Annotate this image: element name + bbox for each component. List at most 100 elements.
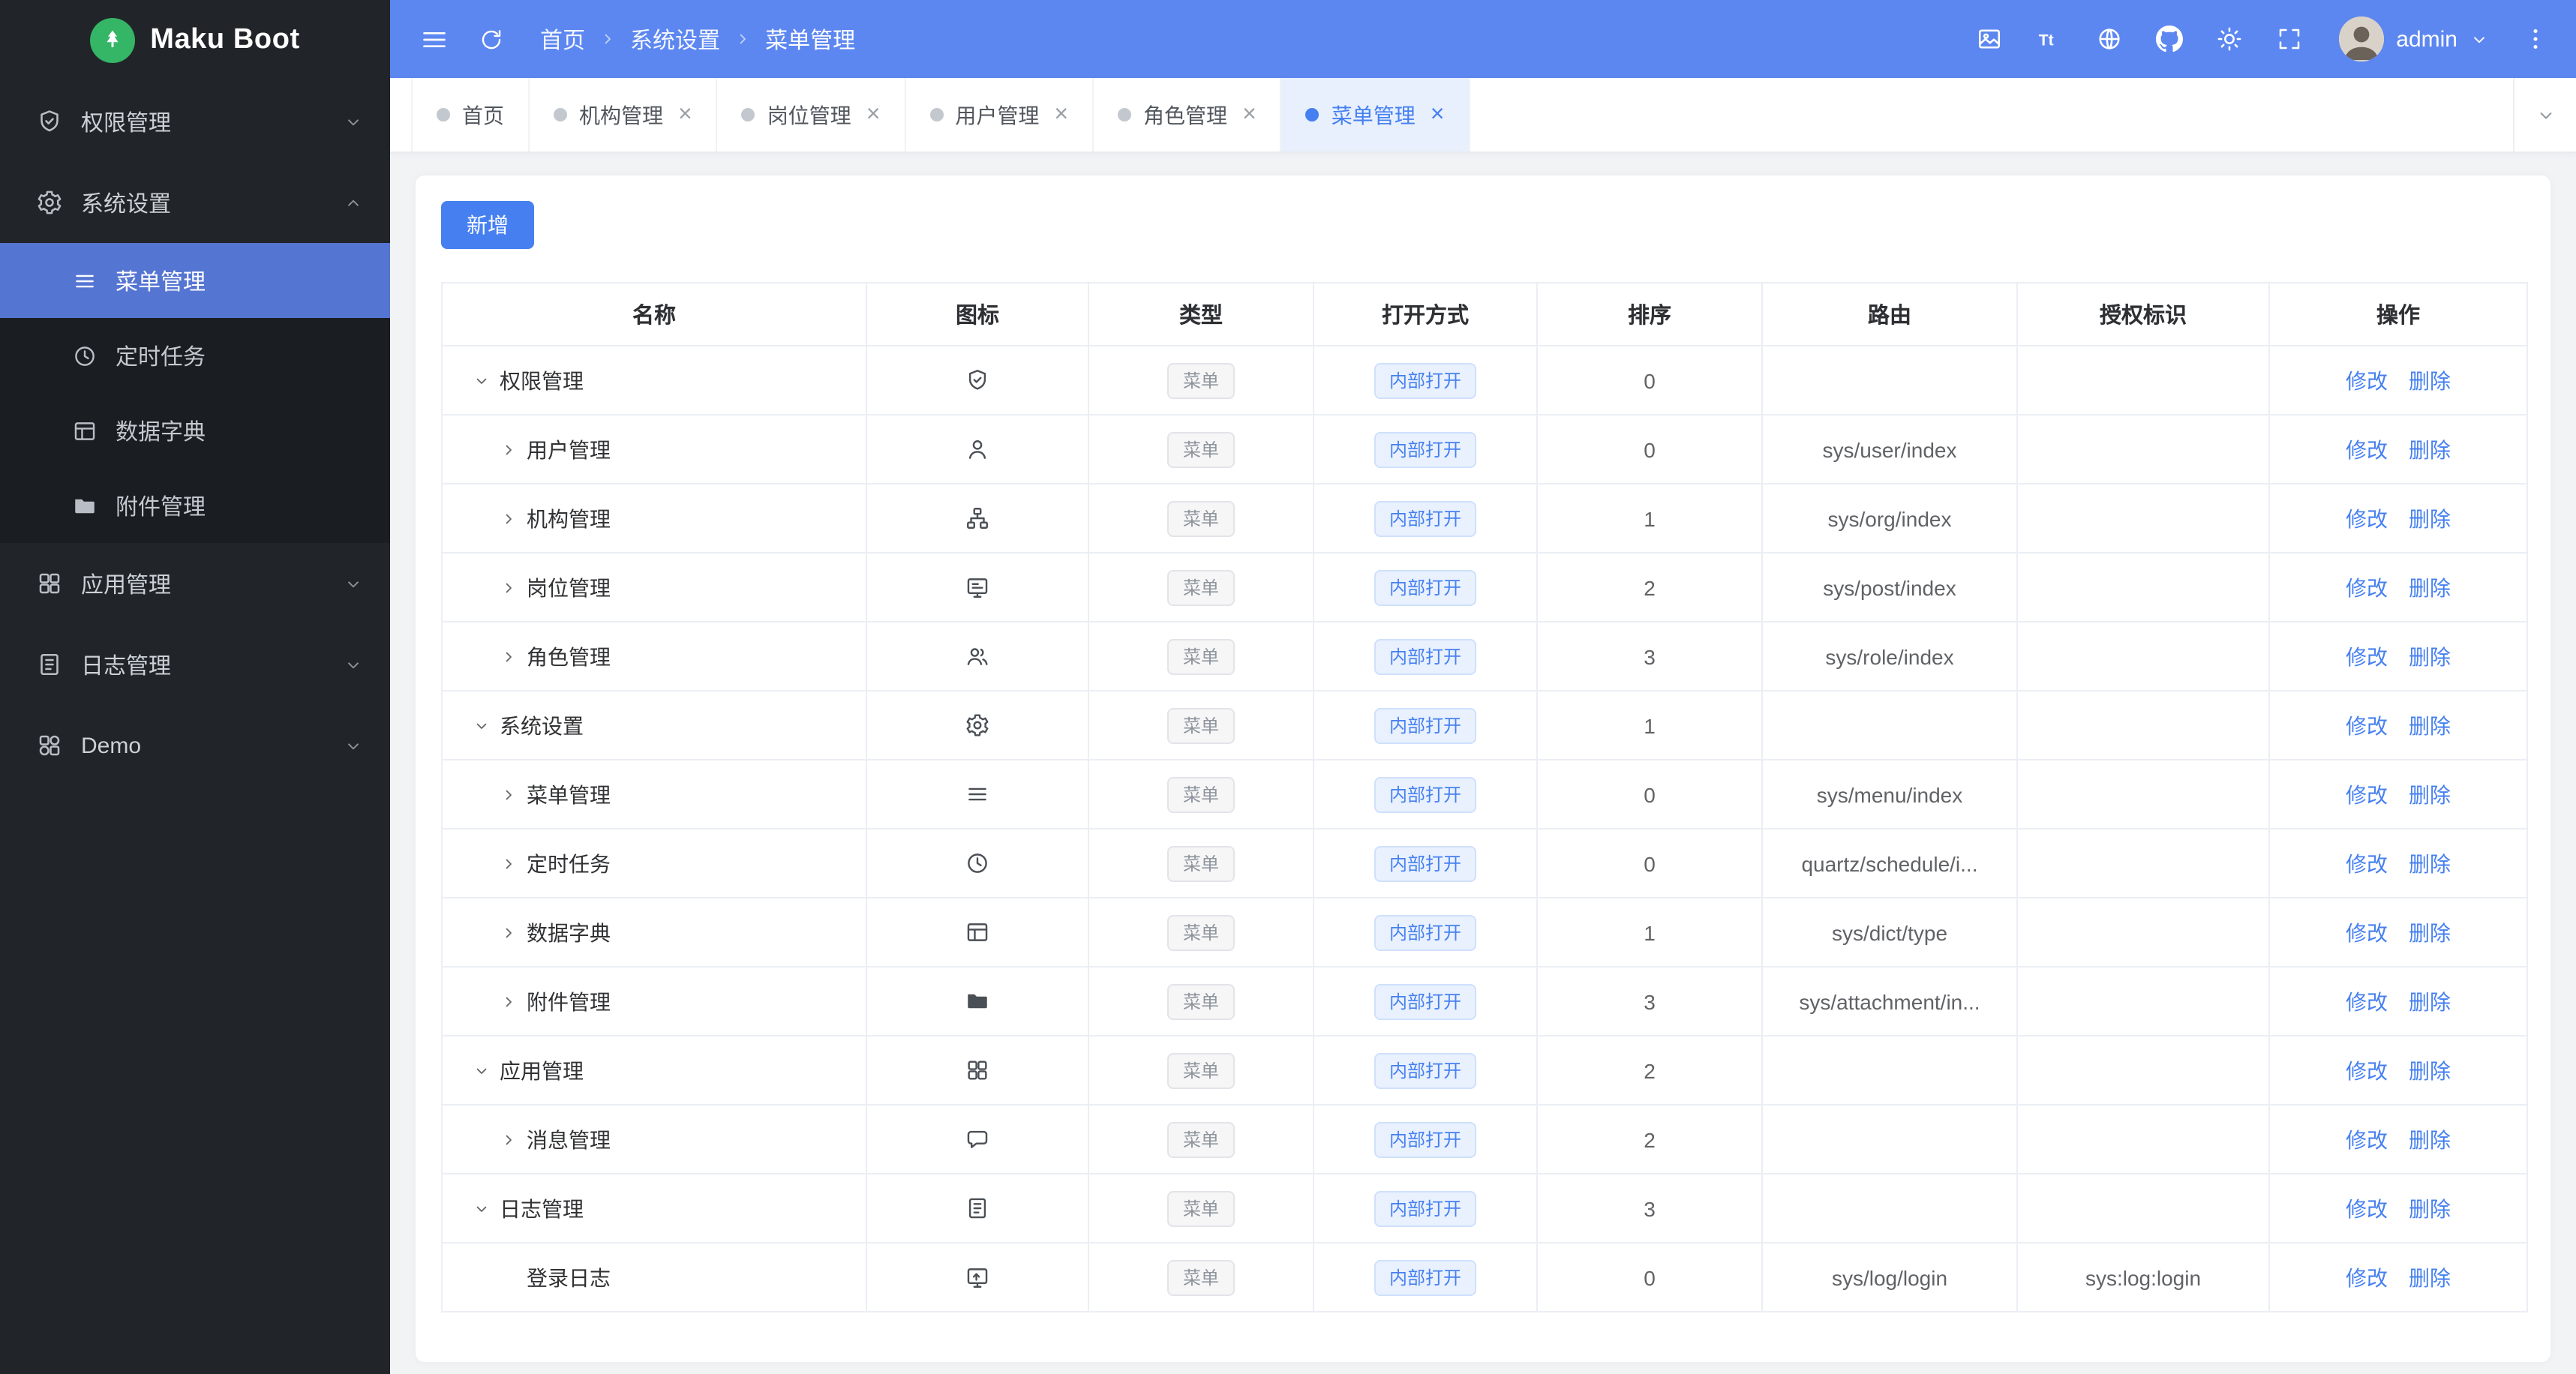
github-button[interactable] <box>2144 14 2195 64</box>
sort-value: 3 <box>1644 989 1656 1013</box>
gear-icon <box>36 189 63 216</box>
delete-link[interactable]: 删除 <box>2409 920 2451 944</box>
open-mode-tag: 内部打开 <box>1374 1121 1476 1157</box>
sort-value: 1 <box>1644 506 1656 530</box>
apps-icon <box>965 1058 990 1084</box>
language-button[interactable] <box>2084 14 2135 64</box>
sidebar-toggle-button[interactable] <box>408 14 459 64</box>
tab-menu[interactable]: 菜单管理 × <box>1281 78 1470 152</box>
delete-link[interactable]: 删除 <box>2409 851 2451 875</box>
sidebar-item-log[interactable]: 日志管理 <box>0 624 390 705</box>
theme-button[interactable] <box>2204 14 2255 64</box>
tab-role[interactable]: 角色管理 × <box>1094 78 1282 152</box>
edit-link[interactable]: 修改 <box>2346 989 2388 1013</box>
delete-link[interactable]: 删除 <box>2409 989 2451 1013</box>
edit-link[interactable]: 修改 <box>2346 1127 2388 1151</box>
delete-link[interactable]: 删除 <box>2409 644 2451 668</box>
sidebar-item-system[interactable]: 系统设置 <box>0 162 390 243</box>
sidebar-item-demo[interactable]: Demo <box>0 705 390 786</box>
column-sort: 排序 <box>1536 282 1763 346</box>
add-button[interactable]: 新增 <box>441 201 534 249</box>
edit-link[interactable]: 修改 <box>2346 713 2388 737</box>
delete-link[interactable]: 删除 <box>2409 1265 2451 1289</box>
breadcrumb-item[interactable]: 系统设置 <box>630 23 720 55</box>
delete-link[interactable]: 删除 <box>2409 1127 2451 1151</box>
close-icon[interactable]: × <box>678 102 692 127</box>
delete-link[interactable]: 删除 <box>2409 782 2451 806</box>
edit-link[interactable]: 修改 <box>2346 575 2388 599</box>
delete-link[interactable]: 删除 <box>2409 506 2451 530</box>
tab-org[interactable]: 机构管理 × <box>530 78 718 152</box>
table-row: 菜单管理 菜单 内部打开 0 sys/menu/index 修改 删除 <box>441 759 2528 830</box>
shield-icon <box>36 108 63 135</box>
sidebar-subitem-attachment[interactable]: 附件管理 <box>0 468 390 543</box>
sidebar-item-permission[interactable]: 权限管理 <box>0 81 390 162</box>
edit-link[interactable]: 修改 <box>2346 1196 2388 1220</box>
folder-icon <box>72 493 98 518</box>
edit-link[interactable]: 修改 <box>2346 644 2388 668</box>
breadcrumb-item[interactable]: 首页 <box>540 23 585 55</box>
type-tag: 菜单 <box>1167 1190 1234 1226</box>
breadcrumb-separator-icon <box>599 30 617 48</box>
tabs-dropdown-button[interactable] <box>2513 78 2576 152</box>
sidebar-subitem-schedule[interactable]: 定时任务 <box>0 318 390 393</box>
delete-link[interactable]: 删除 <box>2409 437 2451 461</box>
close-icon[interactable]: × <box>1054 102 1068 127</box>
tab-post[interactable]: 岗位管理 × <box>718 78 906 152</box>
chevron-down-icon[interactable] <box>473 1061 491 1079</box>
chevron-down-icon[interactable] <box>473 1199 491 1217</box>
chevron-right-icon[interactable] <box>500 578 518 596</box>
chevron-right-icon[interactable] <box>500 1130 518 1148</box>
close-icon[interactable]: × <box>866 102 881 127</box>
edit-link[interactable]: 修改 <box>2346 437 2388 461</box>
chevron-right-icon[interactable] <box>500 992 518 1010</box>
sort-value: 2 <box>1644 1127 1656 1151</box>
topbar: 首页 系统设置 菜单管理 Tt admin <box>390 0 2576 78</box>
table-row: 权限管理 菜单 内部打开 0 修改 删除 <box>441 345 2528 416</box>
breadcrumb-item[interactable]: 菜单管理 <box>765 23 855 55</box>
delete-link[interactable]: 删除 <box>2409 368 2451 392</box>
font-size-button[interactable]: Tt <box>2024 14 2075 64</box>
log-icon <box>965 1196 990 1222</box>
shield-icon <box>965 368 990 394</box>
delete-link[interactable]: 删除 <box>2409 713 2451 737</box>
loginlog-icon <box>965 1265 990 1291</box>
delete-link[interactable]: 删除 <box>2409 575 2451 599</box>
theme-icon <box>2216 26 2243 52</box>
edit-link[interactable]: 修改 <box>2346 851 2388 875</box>
sidebar-item-apps[interactable]: 应用管理 <box>0 543 390 624</box>
sidebar-subitem-dict[interactable]: 数据字典 <box>0 393 390 468</box>
chevron-right-icon[interactable] <box>500 440 518 458</box>
close-icon[interactable]: × <box>1431 102 1445 127</box>
column-icon: 图标 <box>866 282 1089 346</box>
edit-link[interactable]: 修改 <box>2346 782 2388 806</box>
sort-value: 0 <box>1644 368 1656 392</box>
delete-link[interactable]: 删除 <box>2409 1058 2451 1082</box>
edit-link[interactable]: 修改 <box>2346 368 2388 392</box>
clock-icon <box>965 851 990 877</box>
tab-dot <box>554 108 567 122</box>
tab-home[interactable]: 首页 <box>411 78 530 152</box>
chevron-right-icon[interactable] <box>500 647 518 665</box>
chevron-right-icon[interactable] <box>500 509 518 527</box>
chevron-right-icon[interactable] <box>500 854 518 872</box>
chevron-down-icon[interactable] <box>473 371 491 389</box>
watermark-button[interactable] <box>1964 14 2015 64</box>
tab-user[interactable]: 用户管理 × <box>905 78 1094 152</box>
user-menu[interactable]: admin <box>2339 16 2489 62</box>
chevron-right-icon[interactable] <box>500 923 518 941</box>
edit-link[interactable]: 修改 <box>2346 1058 2388 1082</box>
chevron-down-icon[interactable] <box>473 716 491 734</box>
close-icon[interactable]: × <box>1242 102 1256 127</box>
org-icon <box>965 506 990 532</box>
edit-link[interactable]: 修改 <box>2346 920 2388 944</box>
delete-link[interactable]: 删除 <box>2409 1196 2451 1220</box>
more-menu-button[interactable] <box>2510 14 2561 64</box>
sidebar-subitem-menu[interactable]: 菜单管理 <box>0 243 390 318</box>
chevron-right-icon[interactable] <box>500 785 518 803</box>
apps-icon <box>36 570 63 597</box>
edit-link[interactable]: 修改 <box>2346 1265 2388 1289</box>
fullscreen-button[interactable] <box>2264 14 2315 64</box>
refresh-button[interactable] <box>465 14 516 64</box>
edit-link[interactable]: 修改 <box>2346 506 2388 530</box>
